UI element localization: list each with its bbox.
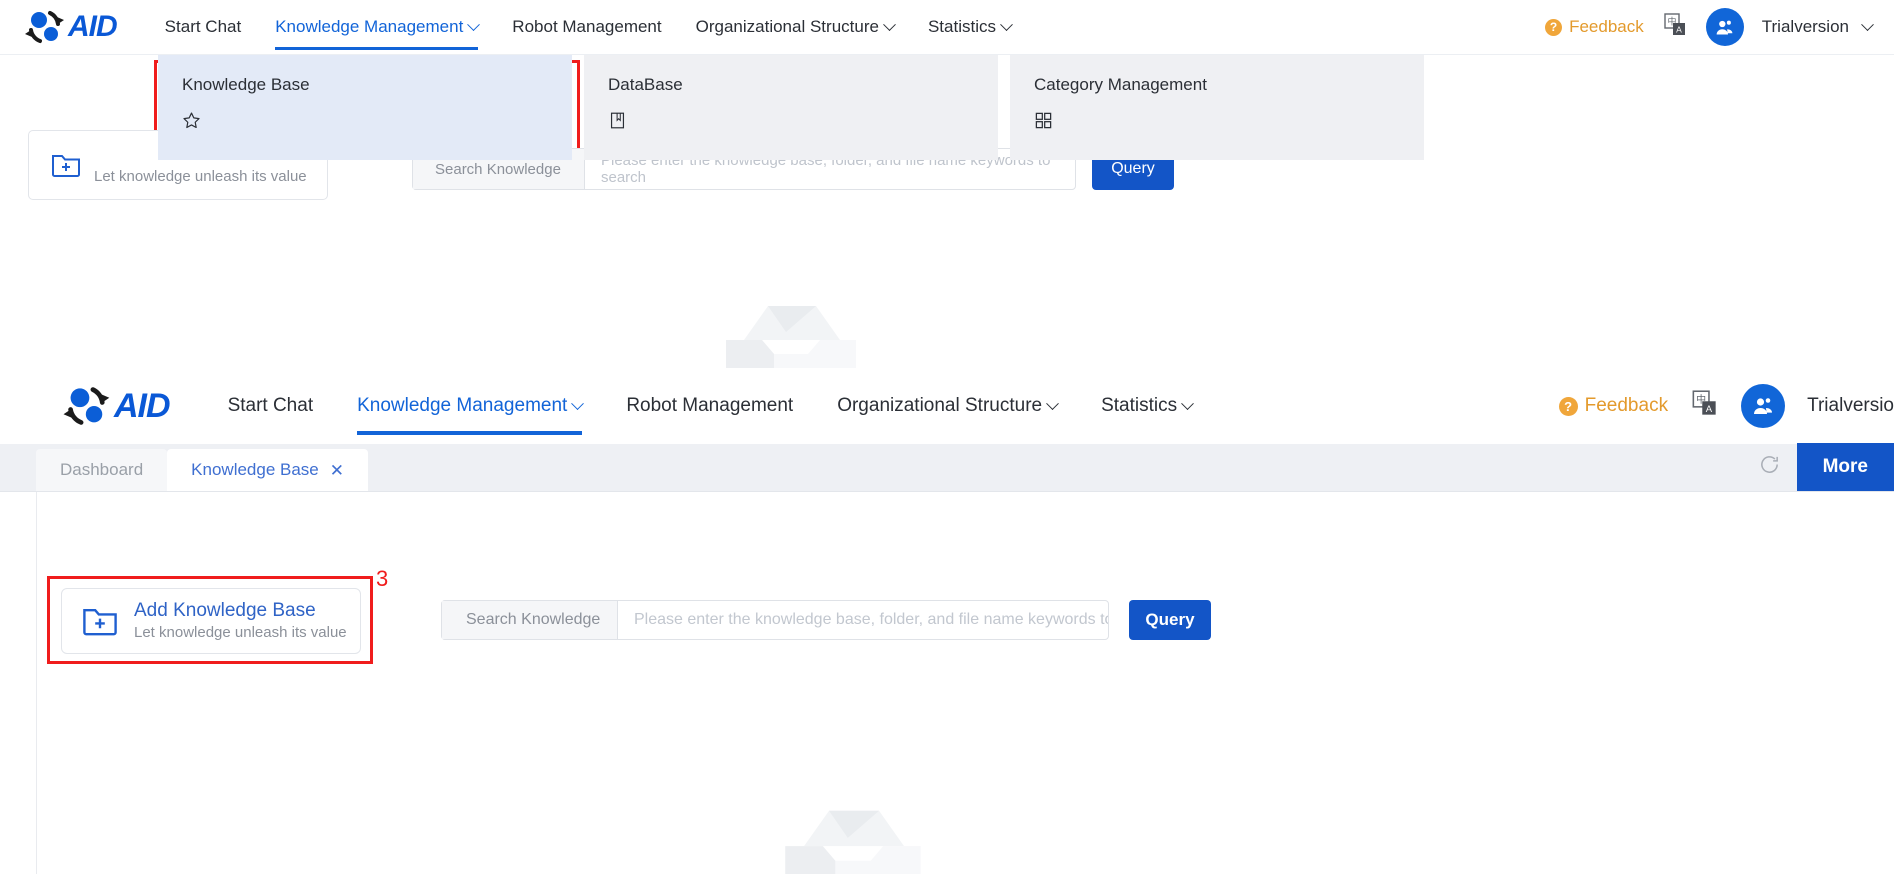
aid-logo-icon <box>63 387 110 425</box>
book-icon <box>610 112 625 129</box>
knowledge-management-dropdown: Knowledge Base DataBase Category Managem… <box>158 55 1424 160</box>
brand-logo[interactable]: AID <box>22 7 118 47</box>
translate-icon[interactable]: 中 A <box>1662 12 1688 43</box>
chevron-down-icon <box>467 17 481 31</box>
nav-label: Knowledge Management <box>357 395 568 416</box>
nav-item-knowledge-management[interactable]: Knowledge Management <box>275 17 481 50</box>
search-knowledge-label: Search Knowledge <box>442 601 618 639</box>
menu-item-knowledge-base[interactable]: Knowledge Base <box>158 55 572 160</box>
brand-logo[interactable]: AID <box>60 382 171 430</box>
nav-label: Start Chat <box>164 17 242 36</box>
tab-label: Dashboard <box>60 460 144 479</box>
menu-item-title: Knowledge Base <box>182 75 310 94</box>
translate-icon[interactable]: 中 A <box>1690 389 1719 424</box>
more-button[interactable]: More <box>1796 443 1894 491</box>
chevron-down-icon <box>1000 17 1013 31</box>
bottom-navbar: AID Start Chat Knowledge Management Robo… <box>0 368 1894 444</box>
top-navbar: AID Start Chat Knowledge Management Robo… <box>0 0 1894 55</box>
nav-item-start-chat[interactable]: Start Chat <box>228 395 314 417</box>
nav-item-robot-management[interactable]: Robot Management <box>512 17 661 37</box>
search-input[interactable] <box>618 601 1108 639</box>
chevron-down-icon[interactable] <box>1861 17 1874 31</box>
avatar[interactable] <box>1741 384 1786 428</box>
add-knowledge-base-subtitle: Let knowledge unleash its value <box>134 624 347 642</box>
search-row: Search Knowledge Query <box>441 600 1211 640</box>
users-icon <box>1754 398 1773 414</box>
chevron-down-icon <box>1181 396 1194 410</box>
nav-label: Robot Management <box>626 395 794 416</box>
tab-bar: Dashboard Knowledge Base ✕ More <box>0 443 1894 492</box>
second-window: AID Start Chat Knowledge Management Robo… <box>0 368 1894 874</box>
nav-item-statistics[interactable]: Statistics <box>1101 395 1194 417</box>
add-knowledge-base-title: Add Knowledge Base <box>134 600 316 622</box>
nav-label: Organizational Structure <box>695 17 879 36</box>
feedback-label: Feedback <box>1584 395 1669 416</box>
grid-icon <box>1035 112 1052 129</box>
annotation-number-3: 3 <box>376 566 389 591</box>
feedback-label: Feedback <box>1569 17 1644 36</box>
knowledge-base-content: Add Knowledge Base Let knowledge unleash… <box>36 492 1894 874</box>
user-name: Trialversion <box>1761 17 1849 36</box>
chevron-down-icon <box>571 396 585 410</box>
active-nav-underline <box>275 47 479 50</box>
nav-item-organizational-structure[interactable]: Organizational Structure <box>695 17 896 37</box>
aid-logo-icon <box>25 11 64 43</box>
screenshot-root: Let knowledge unleash its value Search K… <box>0 0 1894 874</box>
nav-item-knowledge-management[interactable]: Knowledge Management <box>357 395 585 435</box>
peek-card-subtitle: Let knowledge unleash its value <box>94 167 307 185</box>
question-mark-icon: ? <box>1545 18 1563 36</box>
nav-label: Knowledge Management <box>275 17 464 36</box>
menu-item-category-management[interactable]: Category Management <box>1010 55 1424 160</box>
nav-item-start-chat[interactable]: Start Chat <box>165 17 242 37</box>
svg-text:A: A <box>1676 24 1682 34</box>
svg-text:A: A <box>1706 403 1713 414</box>
top-nav-right: ? Feedback 中 A Trialversion <box>1545 8 1874 46</box>
tab-knowledge-base[interactable]: Knowledge Base ✕ <box>167 449 369 491</box>
chevron-down-icon <box>883 17 896 31</box>
bottom-nav-links: Start Chat Knowledge Management Robot Ma… <box>228 395 1194 435</box>
tab-dashboard[interactable]: Dashboard <box>36 449 168 491</box>
folder-plus-icon <box>83 609 117 636</box>
user-name: Trialversio <box>1807 395 1894 416</box>
feedback-button[interactable]: ? Feedback <box>1558 395 1669 417</box>
nav-label: Statistics <box>1101 395 1178 416</box>
active-nav-underline <box>357 431 583 435</box>
nav-label: Start Chat <box>227 395 314 416</box>
query-button[interactable]: Query <box>1129 600 1211 640</box>
question-mark-icon: ? <box>1558 396 1578 416</box>
avatar[interactable] <box>1705 8 1744 46</box>
nav-label: Robot Management <box>512 17 662 36</box>
folder-plus-icon <box>52 155 80 177</box>
tab-label: Knowledge Base <box>191 460 319 479</box>
top-nav-links: Start Chat Knowledge Management Robot Ma… <box>165 17 1013 50</box>
chevron-down-icon <box>1046 396 1059 410</box>
menu-item-title: Category Management <box>1034 75 1207 94</box>
star-icon <box>183 112 200 129</box>
close-icon[interactable]: ✕ <box>330 462 344 479</box>
menu-item-database[interactable]: DataBase <box>584 55 998 160</box>
add-knowledge-base-card[interactable]: Add Knowledge Base Let knowledge unleash… <box>61 588 361 654</box>
empty-state-illustration <box>785 810 921 874</box>
brand-name: AID <box>114 386 171 425</box>
nav-item-organizational-structure[interactable]: Organizational Structure <box>837 395 1059 417</box>
nav-item-robot-management[interactable]: Robot Management <box>626 395 793 417</box>
menu-item-title: DataBase <box>608 75 683 94</box>
nav-label: Statistics <box>927 17 996 36</box>
users-icon <box>1716 20 1733 34</box>
brand-name: AID <box>68 10 118 43</box>
search-knowledge-group: Search Knowledge <box>441 600 1109 640</box>
bottom-nav-right: ? Feedback 中 A Trialversio <box>1558 384 1894 428</box>
feedback-button[interactable]: ? Feedback <box>1545 17 1644 37</box>
tab-bar-actions: More <box>1758 443 1894 491</box>
refresh-icon[interactable] <box>1758 453 1781 481</box>
nav-label: Organizational Structure <box>837 395 1043 416</box>
nav-item-statistics[interactable]: Statistics <box>927 17 1013 37</box>
